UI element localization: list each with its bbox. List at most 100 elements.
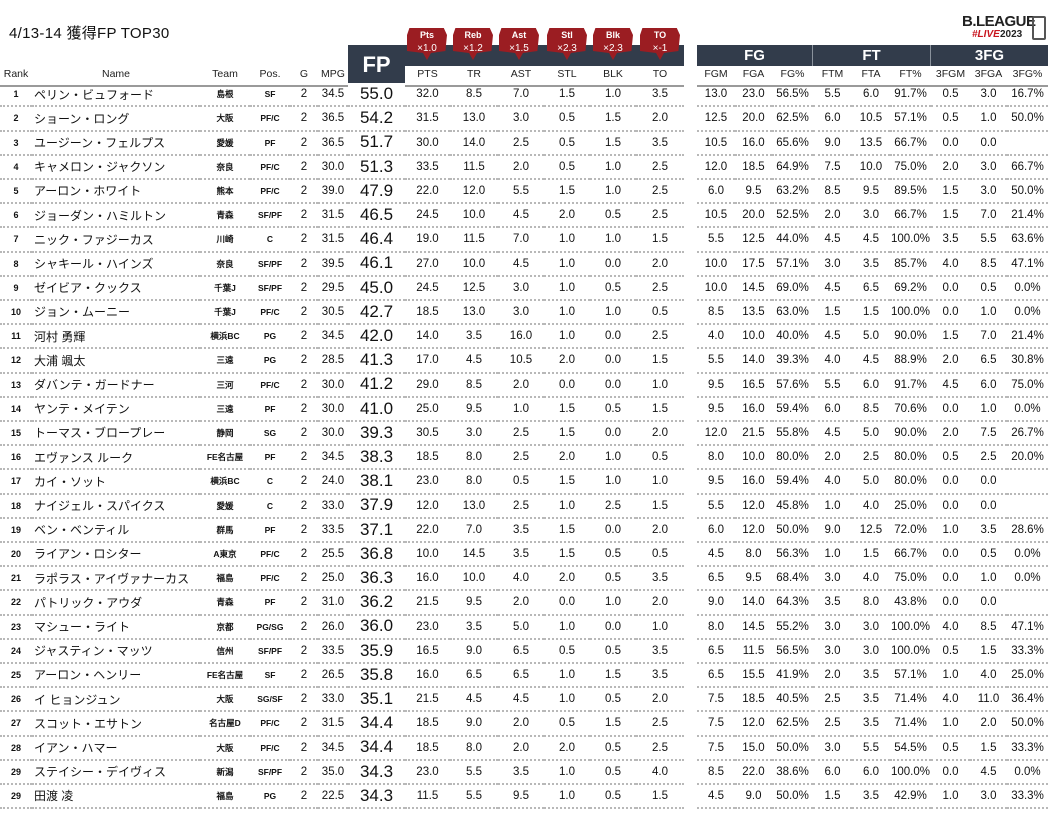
cell-tfgm: 0.5: [931, 446, 970, 471]
cell-tfgm: 1.5: [931, 325, 970, 350]
cell-ftpct: 89.5%: [890, 180, 931, 205]
cell-pos: PF/C: [250, 736, 290, 761]
cell-mpg: 25.5: [318, 543, 348, 568]
cell-fp: 35.1: [348, 688, 405, 713]
cell-fgpct: 41.9%: [772, 664, 813, 689]
cell-fta: 3.0: [852, 615, 890, 640]
cell-tfgpct: 0.0%: [1007, 398, 1048, 422]
cell-tfga: 0.0: [970, 591, 1007, 616]
cell-pts: 23.0: [405, 615, 450, 640]
cell-stl: 1.0: [544, 785, 590, 810]
cell-fgpct: 40.0%: [772, 325, 813, 350]
table-row: 20 ライアン・ロシター A東京 PF/C 2 25.5 36.8 10.0 14.5 3.5 1.…: [0, 543, 1048, 568]
cell-team: 福島: [200, 567, 250, 592]
cell-tr: 12.5: [450, 277, 498, 301]
cell-tfgpct: 25.0%: [1007, 664, 1048, 689]
cell-pos: PF/C: [250, 156, 290, 180]
cell-fta: 5.0: [852, 325, 890, 350]
cell-pos: PF: [250, 398, 290, 422]
cell-to: 1.5: [636, 785, 684, 810]
cell-stl: 0.5: [544, 156, 590, 180]
cell-blk: 0.0: [590, 422, 636, 447]
cell-ftpct: 100.0%: [890, 615, 931, 640]
cell-fp: 34.4: [348, 736, 405, 761]
cell-fga: 12.0: [735, 712, 772, 737]
cell-fp: 41.0: [348, 398, 405, 422]
cell-to: 3.5: [636, 567, 684, 592]
cell-gap: [684, 615, 697, 639]
cell-pos: PF/C: [250, 107, 290, 132]
cell-gap: [684, 736, 697, 760]
cell-g: 2: [290, 422, 318, 447]
cell-gap: [684, 446, 697, 470]
cell-blk: 1.0: [590, 301, 636, 326]
cell-to: 2.5: [636, 712, 684, 737]
cell-fgm: 10.0: [697, 252, 735, 277]
cell-ast: 0.5: [498, 470, 544, 495]
cell-g: 2: [290, 107, 318, 132]
cell-fga: 14.5: [735, 277, 772, 301]
cell-pts: 27.0: [405, 252, 450, 277]
cell-tfgpct: 30.8%: [1007, 349, 1048, 374]
cell-fga: 9.0: [735, 785, 772, 810]
table-row: 10 ジョン・ムーニー 千葉J PF/C 2 30.5 42.7 18.5 13.0 3.0 1.0…: [0, 301, 1048, 326]
cell-team: 三遠: [200, 349, 250, 374]
cell-name: アーロン・ホワイト: [32, 180, 200, 205]
cell-tfga: 1.5: [970, 640, 1007, 664]
cell-g: 2: [290, 688, 318, 713]
cell-tr: 5.5: [450, 761, 498, 785]
cell-ftm: 8.5: [813, 180, 852, 205]
cell-ftpct: 69.2%: [890, 277, 931, 301]
cell-pos: PF/C: [250, 712, 290, 737]
cell-tfgm: 0.0: [931, 131, 970, 156]
cell-blk: 0.5: [590, 688, 636, 713]
cell-mpg: 30.0: [318, 422, 348, 447]
cell-fp: 46.4: [348, 228, 405, 253]
cell-rank: 10: [0, 301, 32, 326]
cell-rank: 26: [0, 688, 32, 713]
cell-fgm: 5.5: [697, 494, 735, 519]
cell-tfgm: 4.0: [931, 252, 970, 277]
cell-pos: C: [250, 494, 290, 519]
table-row: 1 ペリン・ビュフォード 島根 SF 2 34.5 55.0 32.0 8.5 7.0 1.5 1.0…: [0, 83, 1048, 108]
cell-tfgm: 0.5: [931, 83, 970, 108]
table-row: 4 キャメロン・ジャクソン 奈良 PF/C 2 30.0 51.3 33.5 11.5 2.0 0.…: [0, 156, 1048, 180]
cell-to: 4.0: [636, 761, 684, 785]
cell-stl: 1.5: [544, 398, 590, 422]
cell-tfga: 1.0: [970, 398, 1007, 422]
cell-tfga: 1.0: [970, 301, 1007, 326]
cell-mpg: 39.5: [318, 252, 348, 277]
cell-fgpct: 65.6%: [772, 131, 813, 156]
cell-name: シャキール・ハインズ: [32, 252, 200, 277]
cell-to: 1.0: [636, 470, 684, 495]
cell-fga: 8.0: [735, 543, 772, 568]
table-row: 5 アーロン・ホワイト 熊本 PF/C 2 39.0 47.9 22.0 12.0 5.5 1.5 1…: [0, 180, 1048, 205]
cell-team: 静岡: [200, 422, 250, 447]
cell-team: 青森: [200, 204, 250, 229]
cell-tr: 3.5: [450, 325, 498, 350]
cell-ftm: 5.5: [813, 373, 852, 398]
cell-pos: SF: [250, 664, 290, 689]
cell-mpg: 30.5: [318, 301, 348, 326]
cell-team: 奈良: [200, 156, 250, 180]
cell-team: 奈良: [200, 252, 250, 277]
table-row: 16 エヴァンス ルーク FE名古屋 PF 2 34.5 38.3 18.5 8.0 2.5 2.0…: [0, 446, 1048, 471]
cell-mpg: 31.5: [318, 712, 348, 737]
table-row: 11 河村 勇輝 横浜BC PG 2 34.5 42.0 14.0 3.5 16.0 1.0 0.0 2…: [0, 325, 1048, 350]
cell-rank: 24: [0, 640, 32, 664]
logo-badge-icon: [1032, 16, 1046, 40]
cell-tr: 8.5: [450, 373, 498, 398]
cell-fp: 47.9: [348, 180, 405, 205]
cell-tfgm: 0.0: [931, 591, 970, 616]
cell-fgpct: 62.5%: [772, 712, 813, 737]
cell-mpg: 29.5: [318, 277, 348, 301]
cell-ftpct: 100.0%: [890, 301, 931, 326]
cell-tfgpct: 33.3%: [1007, 640, 1048, 664]
cell-fgpct: 55.2%: [772, 615, 813, 640]
cell-rank: 29: [0, 785, 32, 810]
cell-fgm: 4.5: [697, 543, 735, 568]
cell-pts: 31.5: [405, 107, 450, 132]
cell-name: 大浦 颯太: [32, 349, 200, 374]
cell-fgm: 13.0: [697, 83, 735, 108]
cell-name: スコット・エサトン: [32, 712, 200, 737]
